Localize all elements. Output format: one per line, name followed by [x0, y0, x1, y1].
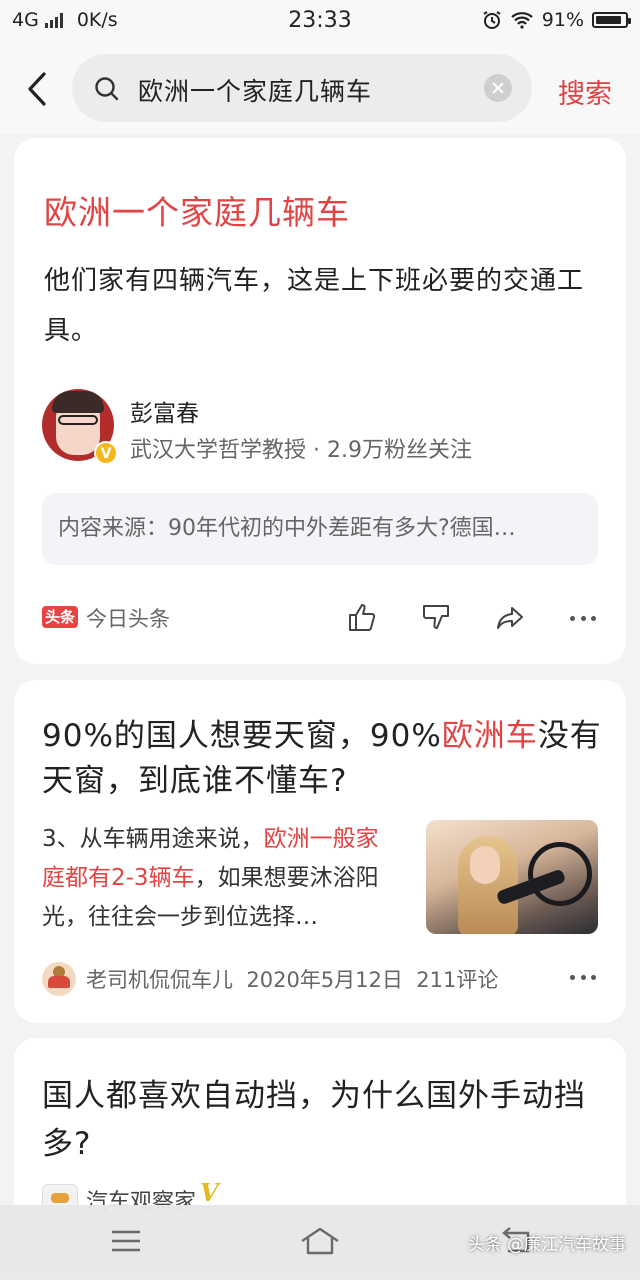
platform-label: 今日头条	[86, 607, 170, 631]
avatar[interactable]: V	[42, 389, 118, 465]
back-button[interactable]	[20, 66, 60, 112]
back-arrow-icon	[28, 72, 46, 106]
search-header: 欧洲一个家庭几辆车 搜索	[0, 44, 640, 134]
result-meta: 老司机侃侃车儿 2020年5月12日 211评论	[86, 964, 498, 994]
result-card-1[interactable]: 欧洲一个家庭几辆车 他们家有四辆汽车，这是上下班必要的交通工具。 V 彭富春 武…	[14, 138, 626, 664]
status-bar: 4G 0K/s 23:33 91%	[0, 0, 640, 44]
toutiao-logo-icon: 头条	[42, 606, 78, 628]
result-title[interactable]: 国人都喜欢自动挡，为什么国外手动挡多?	[42, 1072, 612, 1168]
alarm-icon	[483, 11, 501, 29]
clear-icon[interactable]	[484, 74, 512, 102]
publish-date: 2020年5月12日	[246, 968, 403, 992]
result-title[interactable]: 90%的国人想要天窗，90%欧洲车没有天窗，到底谁不懂车?	[42, 714, 612, 804]
content-source[interactable]: 内容来源：90年代初的中外差距有多大?德国…	[42, 493, 598, 565]
watermark: 头条 @廉江汽车故事	[467, 1235, 626, 1255]
avatar[interactable]	[42, 962, 76, 996]
battery-percent: 91%	[541, 9, 584, 31]
status-right: 91%	[482, 9, 631, 31]
author-name[interactable]: 老司机侃侃车儿	[86, 968, 233, 992]
battery-fill	[596, 16, 621, 24]
battery-icon	[592, 12, 631, 28]
more-options-icon[interactable]	[570, 613, 596, 623]
thumbs-up-icon[interactable]	[344, 600, 380, 636]
verified-icon: V	[200, 1178, 219, 1207]
comment-count: 211评论	[416, 968, 499, 992]
author-name[interactable]: 彭富春	[130, 394, 199, 428]
more-options-icon[interactable]	[570, 972, 596, 982]
highlight-keyword: 欧洲车	[441, 718, 538, 754]
search-icon	[95, 77, 119, 101]
search-query[interactable]: 欧洲一个家庭几辆车	[138, 72, 372, 108]
share-icon[interactable]	[492, 600, 528, 636]
search-input[interactable]: 欧洲一个家庭几辆车	[72, 54, 532, 122]
menu-icon[interactable]	[106, 1223, 146, 1259]
thumbs-down-icon[interactable]	[418, 600, 454, 636]
result-snippet: 3、从车辆用途来说，欧洲一般家庭都有2-3辆车，如果想要沐浴阳光，往往会一步到位…	[42, 826, 379, 930]
result-title[interactable]: 欧洲一个家庭几辆车	[44, 186, 350, 234]
thumbnail-image[interactable]	[426, 820, 598, 934]
result-answer: 他们家有四辆汽车，这是上下班必要的交通工具。	[44, 266, 585, 346]
search-button[interactable]: 搜索	[558, 72, 612, 111]
wifi-icon	[511, 12, 533, 29]
verified-icon: V	[94, 441, 118, 465]
result-card-2[interactable]: 90%的国人想要天窗，90%欧洲车没有天窗，到底谁不懂车? 3、从车辆用途来说，…	[14, 680, 626, 1023]
home-icon[interactable]	[298, 1223, 342, 1259]
author-meta: 武汉大学哲学教授 · 2.9万粉丝关注	[130, 438, 472, 463]
